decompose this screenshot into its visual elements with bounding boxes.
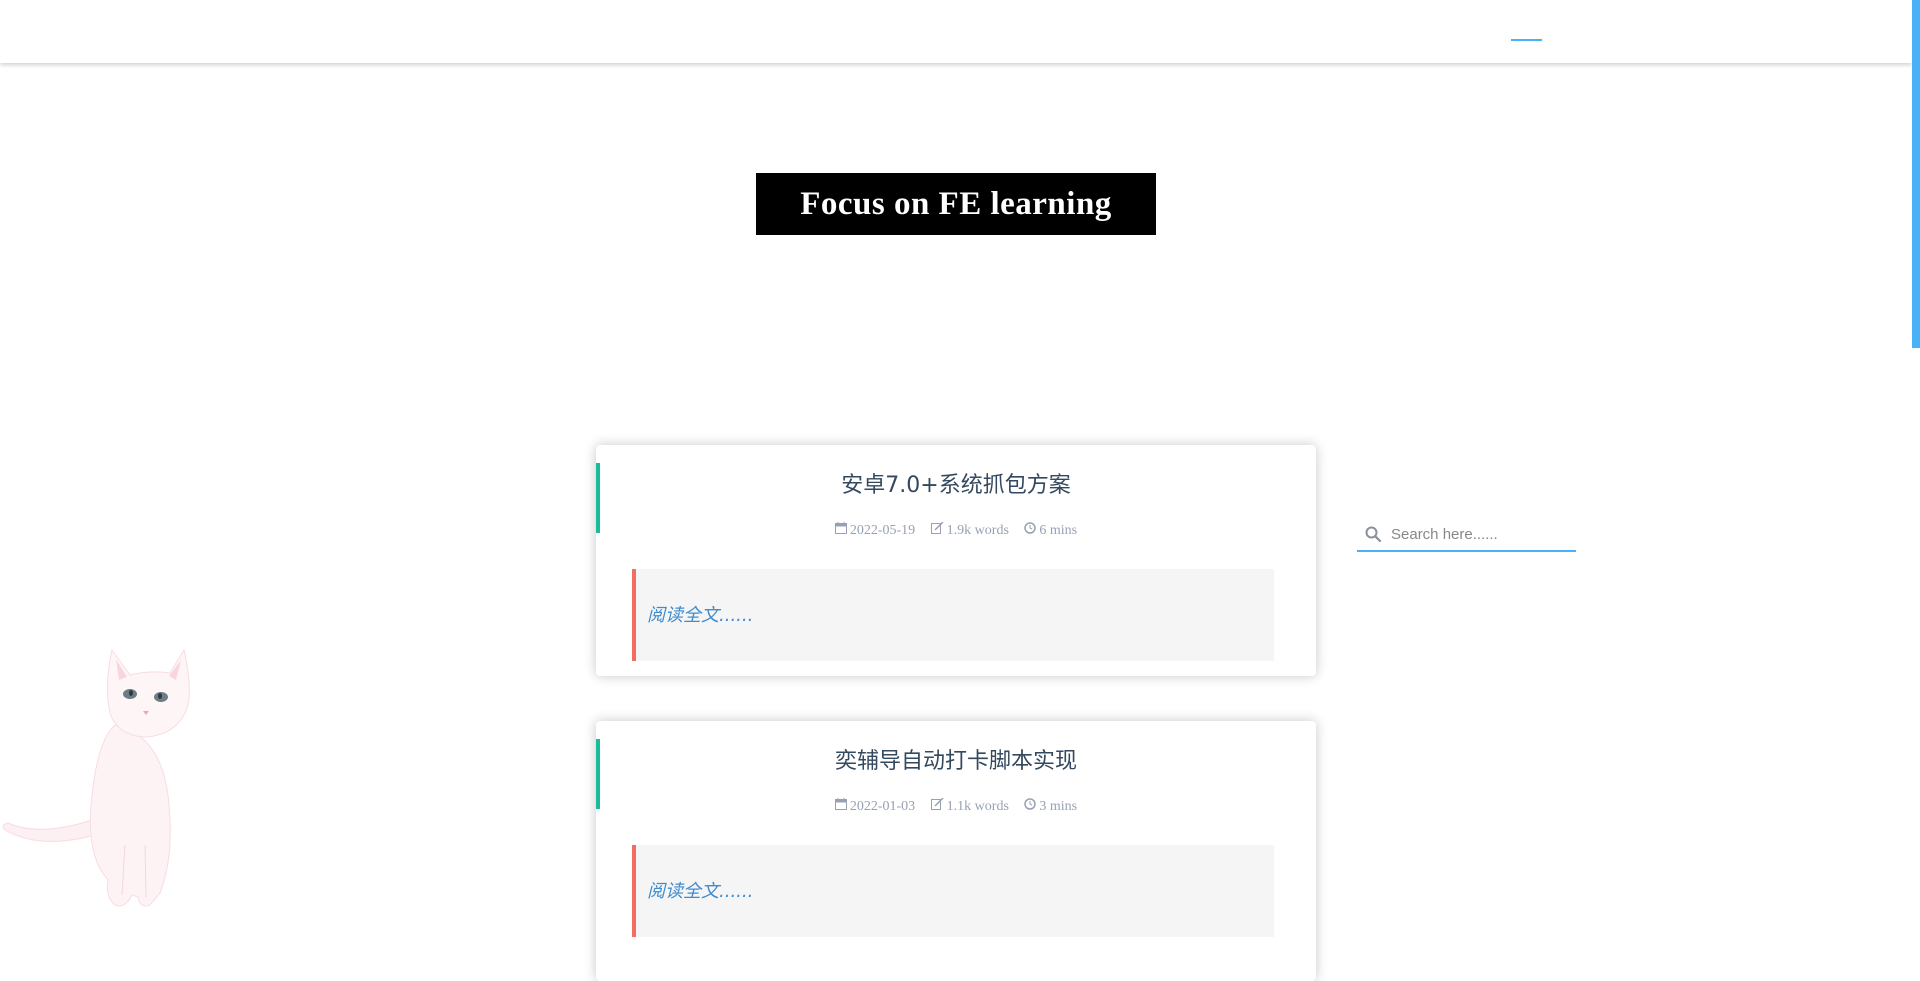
post-time: 3 mins [1024, 797, 1077, 816]
post-time-text: 3 mins [1039, 799, 1078, 814]
post-card: 奕辅导自动打卡脚本实现 2022-01-03 1.1k words 3 mins… [596, 721, 1316, 981]
post-words-text: 1.9k words [946, 523, 1009, 538]
post-words: 1.9k words [930, 521, 1009, 540]
search-box [1357, 516, 1576, 552]
nav-active-indicator[interactable] [1511, 39, 1542, 41]
post-words: 1.1k words [930, 797, 1009, 816]
post-words-text: 1.1k words [946, 799, 1009, 814]
calendar-icon [834, 797, 847, 815]
post-title[interactable]: 奕辅导自动打卡脚本实现 [596, 749, 1316, 775]
cat-mascot-image [0, 625, 220, 910]
search-icon[interactable] [1365, 526, 1382, 543]
post-meta: 2022-05-19 1.9k words 6 mins [596, 521, 1316, 540]
hero-title: Focus on FE learning [756, 173, 1156, 235]
post-date: 2022-01-03 [834, 797, 916, 816]
post-date-text: 2022-05-19 [849, 523, 916, 538]
post-time-text: 6 mins [1039, 523, 1078, 538]
site-header [0, 0, 1912, 63]
search-input[interactable] [1389, 522, 1573, 546]
read-more-link[interactable]: 阅读全文...... [647, 601, 753, 627]
clock-icon [1024, 797, 1037, 815]
post-time: 6 mins [1024, 521, 1077, 540]
post-meta: 2022-01-03 1.1k words 3 mins [596, 797, 1316, 816]
edit-icon [930, 797, 944, 815]
post-date-text: 2022-01-03 [849, 799, 916, 814]
post-excerpt: 阅读全文...... [632, 569, 1274, 661]
read-more-link[interactable]: 阅读全文...... [647, 877, 753, 903]
post-date: 2022-05-19 [834, 521, 916, 540]
post-title[interactable]: 安卓7.0+系统抓包方案 [596, 473, 1316, 499]
clock-icon [1024, 521, 1037, 539]
calendar-icon [834, 521, 847, 539]
post-card: 安卓7.0+系统抓包方案 2022-05-19 1.9k words 6 min… [596, 445, 1316, 676]
edit-icon [930, 521, 944, 539]
post-excerpt: 阅读全文...... [632, 845, 1274, 937]
scrollbar-thumb[interactable] [1912, 0, 1920, 348]
